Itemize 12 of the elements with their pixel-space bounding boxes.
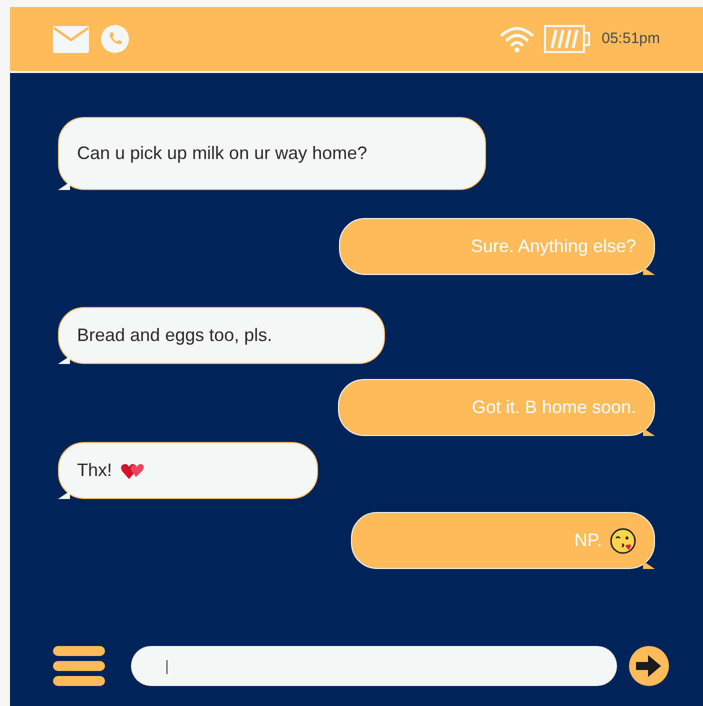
kissing-face-icon <box>610 528 636 554</box>
message-text: Sure. Anything else? <box>470 235 636 258</box>
message-input[interactable]: | <box>131 646 617 686</box>
battery-icon <box>544 25 590 53</box>
wifi-icon <box>500 25 534 53</box>
message-text: Bread and eggs too, pls. <box>77 324 272 347</box>
message-text: Thx! <box>77 459 112 482</box>
message-text: NP. <box>574 529 602 552</box>
clock-time: 05:51pm <box>602 28 660 49</box>
message-text: Got it. B home soon. <box>472 396 636 419</box>
message-text: Can u pick up milk on ur way home? <box>77 142 368 165</box>
menu-icon[interactable] <box>53 646 105 686</box>
